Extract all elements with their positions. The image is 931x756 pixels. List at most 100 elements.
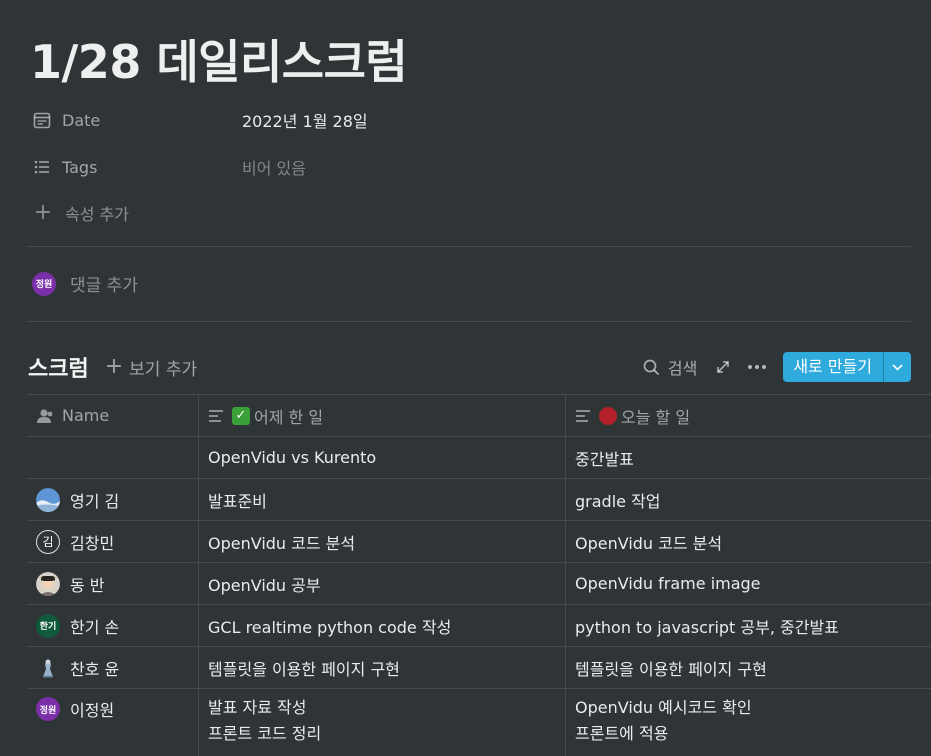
check-mark-icon: ✓ <box>232 406 250 425</box>
table-row[interactable]: OpenVidu vs Kurento 중간발표 <box>27 436 931 478</box>
cell-line: 프론트 코드 정리 <box>208 724 322 743</box>
yesterday-cell[interactable]: GCL realtime python code 작성 <box>199 605 566 646</box>
add-property-button[interactable]: + 속성 추가 <box>33 201 129 225</box>
chevron-down-icon <box>892 363 903 371</box>
table-row[interactable]: 정원 이정원 발표 자료 작성 프론트 코드 정리 OpenVidu 예시코드 … <box>27 688 931 756</box>
list-icon <box>32 157 52 177</box>
avatar <box>36 571 60 596</box>
today-cell[interactable]: 중간발표 <box>566 437 931 478</box>
property-date-value[interactable]: 2022년 1월 28일 <box>242 108 368 132</box>
person-chip: 찬호 윤 <box>36 655 120 680</box>
column-header-yesterday[interactable]: ✓ 어제 한 일 <box>199 395 566 436</box>
text-lines-icon <box>575 409 591 423</box>
search-label: 검색 <box>667 359 698 378</box>
calendar-icon <box>32 110 52 130</box>
person-icon <box>36 408 54 424</box>
avatar: 정원 <box>36 697 60 721</box>
cell-line: 프론트에 적용 <box>575 724 669 743</box>
property-tags: Tags 비어 있음 <box>32 152 892 182</box>
comment-bar[interactable]: 정원 댓글 추가 <box>32 271 138 296</box>
yesterday-cell[interactable]: OpenVidu vs Kurento <box>199 437 566 478</box>
person-chip: 김 김창민 <box>36 529 115 554</box>
property-name: Date <box>62 110 101 130</box>
table-row[interactable]: 김 김창민 OpenVidu 코드 분석 OpenVidu 코드 분석 <box>27 520 931 562</box>
today-cell[interactable]: OpenVidu 예시코드 확인 프론트에 적용 <box>566 689 931 756</box>
person-chip: 영기 김 <box>36 487 120 512</box>
yesterday-cell[interactable]: 템플릿을 이용한 페이지 구현 <box>199 647 566 688</box>
column-label: 오늘 할 일 <box>621 407 691 427</box>
comment-input[interactable]: 댓글 추가 <box>70 271 138 296</box>
notion-page: 1/28 데일리스크럼 Date 2022년 1월 28일 Tags 비어 있음… <box>0 0 931 756</box>
name-cell[interactable] <box>27 437 199 478</box>
name-cell[interactable]: 동 반 <box>27 563 199 604</box>
search-icon <box>643 359 659 375</box>
add-property-label: 속성 추가 <box>65 205 129 224</box>
name-cell[interactable]: 찬호 윤 <box>27 647 199 688</box>
table-row[interactable]: 한기 한기 손 GCL realtime python code 작성 pyth… <box>27 604 931 646</box>
person-name: 김창민 <box>70 533 115 553</box>
avatar: 한기 <box>36 613 60 638</box>
yesterday-cell[interactable]: 발표준비 <box>199 479 566 520</box>
database-actions: 검색 새로 만들기 <box>643 349 912 385</box>
open-full-page-button[interactable] <box>715 359 731 375</box>
person-name: 영기 김 <box>70 491 120 511</box>
add-view-button[interactable]: + 보기 추가 <box>105 355 197 380</box>
yesterday-cell[interactable]: OpenVidu 공부 <box>199 563 566 604</box>
table-header-row: Name ✓ 어제 한 일 오늘 할 일 <box>27 394 931 436</box>
column-label: Name <box>62 406 110 425</box>
new-button[interactable]: 새로 만들기 <box>783 352 911 382</box>
new-button-label: 새로 만들기 <box>793 357 872 376</box>
today-cell[interactable]: OpenVidu 코드 분석 <box>566 521 931 562</box>
avatar: 정원 <box>32 271 56 296</box>
table-row[interactable]: 동 반 OpenVidu 공부 OpenVidu frame image <box>27 562 931 604</box>
column-header-name[interactable]: Name <box>27 395 199 436</box>
expand-arrows-icon <box>717 361 730 373</box>
today-cell[interactable]: 템플릿을 이용한 페이지 구현 <box>566 647 931 688</box>
ellipsis-icon <box>748 365 767 369</box>
divider <box>27 246 911 247</box>
person-name: 찬호 윤 <box>70 659 120 679</box>
property-date: Date 2022년 1월 28일 <box>32 105 892 135</box>
yesterday-cell[interactable]: OpenVidu 코드 분석 <box>199 521 566 562</box>
plus-icon: + <box>33 200 53 225</box>
column-label: 어제 한 일 <box>254 407 324 427</box>
table-row[interactable]: 영기 김 발표준비 gradle 작업 <box>27 478 931 520</box>
cell-line: OpenVidu 예시코드 확인 <box>575 698 752 717</box>
avatar: 김 <box>36 529 60 554</box>
today-cell[interactable]: gradle 작업 <box>566 479 931 520</box>
search-button[interactable]: 검색 <box>643 355 697 379</box>
database-table: Name ✓ 어제 한 일 오늘 할 일 OpenVidu vs Kurento <box>27 394 931 756</box>
name-cell[interactable]: 김 김창민 <box>27 521 199 562</box>
property-date-label[interactable]: Date <box>32 110 242 130</box>
person-name: 동 반 <box>70 575 105 595</box>
person-chip: 동 반 <box>36 571 105 596</box>
property-tags-value[interactable]: 비어 있음 <box>242 155 306 179</box>
yesterday-cell[interactable]: 발표 자료 작성 프론트 코드 정리 <box>199 689 566 756</box>
column-header-today[interactable]: 오늘 할 일 <box>566 395 931 436</box>
database-header: 스크럼 + 보기 추가 검색 새로 만들기 <box>28 349 912 385</box>
divider <box>27 321 911 322</box>
name-cell[interactable]: 영기 김 <box>27 479 199 520</box>
name-cell[interactable]: 정원 이정원 <box>27 689 199 756</box>
name-cell[interactable]: 한기 한기 손 <box>27 605 199 646</box>
new-dropdown-button[interactable] <box>883 352 911 382</box>
property-tags-label[interactable]: Tags <box>32 157 242 177</box>
add-view-label: 보기 추가 <box>129 359 198 380</box>
more-options-button[interactable] <box>747 364 767 370</box>
today-cell[interactable]: OpenVidu frame image <box>566 563 931 604</box>
person-chip: 한기 한기 손 <box>36 613 120 638</box>
cell-line: 발표 자료 작성 <box>208 698 307 717</box>
text-lines-icon <box>208 409 224 423</box>
avatar <box>36 487 60 512</box>
today-cell[interactable]: python to javascript 공부, 중간발표 <box>566 605 931 646</box>
plus-icon: + <box>104 354 124 379</box>
person-name: 한기 손 <box>70 617 120 637</box>
page-title[interactable]: 1/28 데일리스크럼 <box>30 26 408 92</box>
person-chip: 정원 이정원 <box>36 697 114 721</box>
property-name: Tags <box>62 157 98 177</box>
avatar <box>36 655 60 680</box>
database-title[interactable]: 스크럼 <box>28 351 89 383</box>
red-circle-icon <box>599 406 617 425</box>
person-name: 이정원 <box>70 701 115 720</box>
table-row[interactable]: 찬호 윤 템플릿을 이용한 페이지 구현 템플릿을 이용한 페이지 구현 <box>27 646 931 688</box>
